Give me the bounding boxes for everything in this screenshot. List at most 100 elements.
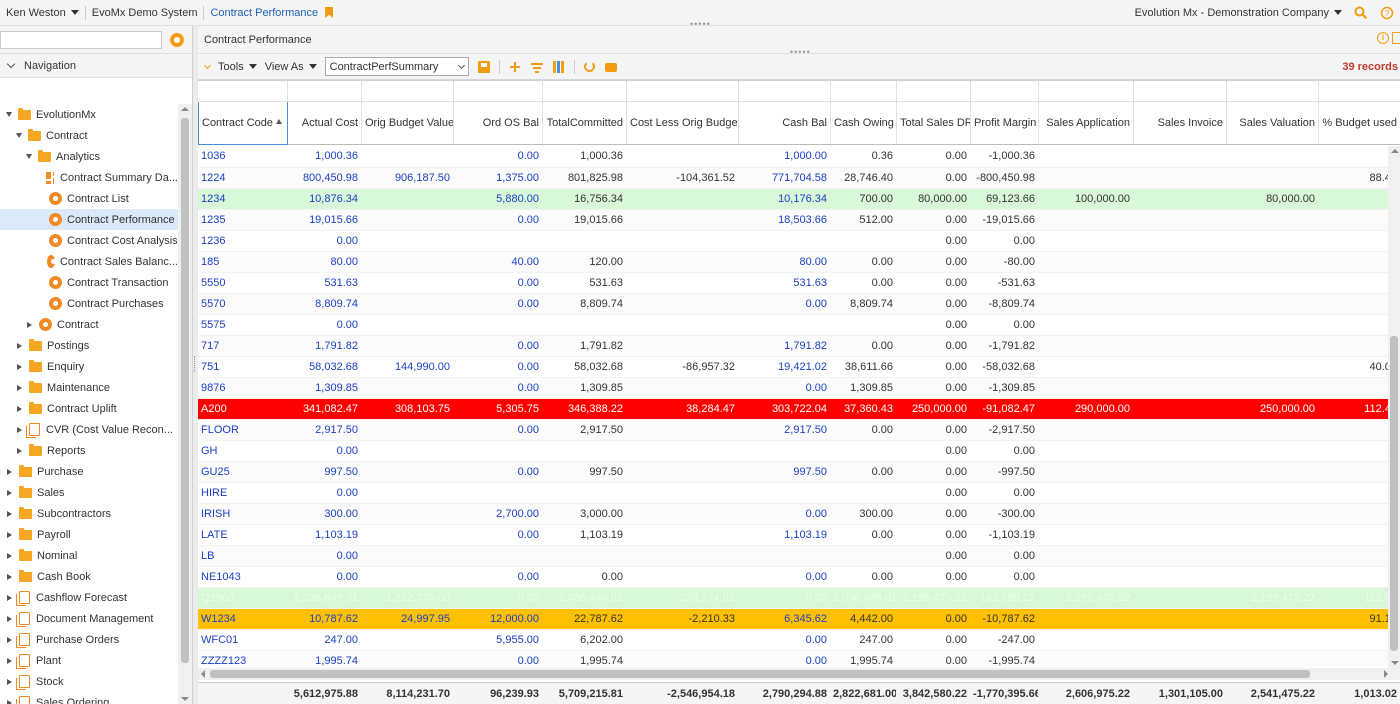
sort-ascending-icon[interactable] (275, 118, 282, 124)
contract-code-link[interactable]: 9876 (198, 377, 287, 399)
table-cell[interactable] (453, 482, 542, 504)
table-cell[interactable]: 1,000.00 (738, 146, 830, 168)
column-filter[interactable] (970, 81, 1039, 102)
caret-right-icon[interactable] (7, 552, 12, 559)
expand-icon[interactable] (1392, 32, 1400, 44)
table-cell[interactable]: 1,812,375.00 (361, 587, 453, 609)
table-cell[interactable]: 0.00 (287, 230, 361, 252)
column-header[interactable]: Sales Valuation (1226, 101, 1319, 145)
caret-right-icon[interactable] (7, 615, 12, 622)
table-cell[interactable] (453, 230, 542, 252)
table-cell[interactable]: 300.00 (287, 503, 361, 525)
table-cell[interactable]: 0.00 (738, 650, 830, 666)
column-header[interactable]: Cash Owing (830, 101, 897, 145)
contract-code-link[interactable]: GH (198, 440, 287, 462)
table-cell[interactable]: 18,503.66 (738, 209, 830, 231)
table-cell[interactable]: 997.50 (287, 461, 361, 483)
table-cell[interactable]: 0.00 (453, 272, 542, 294)
view-select[interactable]: ContractPerfSummary (324, 57, 469, 76)
caret-right-icon[interactable] (7, 678, 12, 685)
nav-search-input[interactable] (0, 30, 162, 49)
table-row[interactable]: 751 58,032.68 144,990.00 0.00 58,032.68 -86,9… (198, 356, 1388, 378)
collapse-chevron-icon[interactable] (203, 61, 212, 69)
table-cell[interactable]: 0.00 (738, 377, 830, 399)
bookmark-icon[interactable] (325, 7, 334, 18)
tools-menu[interactable]: Tools (218, 61, 257, 73)
nav-item-subcontractors[interactable]: Subcontractors (0, 503, 178, 524)
table-cell[interactable]: 531.63 (287, 272, 361, 294)
gear-icon[interactable] (170, 32, 184, 47)
table-row[interactable]: 717 1,791.82 0.00 1,791.82 1,791.82 0.00 0.00-… (198, 335, 1388, 357)
nav-item-evolutionmx[interactable]: EvolutionMx (0, 104, 178, 125)
table-row[interactable]: NE1043 0.00 0.00 0.00 0.00 0.00 0.00 0.00 (198, 566, 1388, 588)
table-cell[interactable]: 144,990.00 (361, 356, 453, 378)
table-cell[interactable] (361, 545, 453, 567)
table-cell[interactable] (361, 566, 453, 588)
nav-item-postings[interactable]: Postings (0, 335, 178, 356)
table-cell[interactable] (738, 482, 830, 504)
nav-item-purchase-orders[interactable]: Purchase Orders (0, 629, 178, 650)
table-cell[interactable]: 800,450.98 (287, 167, 361, 189)
resize-grip[interactable]: ••••• (790, 47, 811, 57)
table-cell[interactable]: 24,997.95 (361, 608, 453, 630)
table-row[interactable]: GH 0.00 0.00 0.00 (198, 440, 1388, 462)
table-row[interactable]: WFC01 247.00 5,955.00 6,202.00 0.00 247.00 0.0… (198, 629, 1388, 651)
caret-right-icon[interactable] (7, 699, 12, 704)
table-row[interactable]: FLOOR 2,917.50 0.00 2,917.50 2,917.50 0.00 0.0… (198, 419, 1388, 441)
table-cell[interactable]: 0.00 (287, 566, 361, 588)
column-filter[interactable] (1226, 81, 1319, 102)
table-cell[interactable]: 1,103.19 (738, 524, 830, 546)
table-row[interactable]: 185 80.00 40.00 120.00 80.00 0.00 0.00 -80.00 (198, 251, 1388, 273)
contract-code-link[interactable]: ZZZZ123 (198, 650, 287, 666)
contract-code-link[interactable]: Q2503 (198, 587, 287, 609)
column-header[interactable]: Cash Bal (738, 101, 831, 145)
caret-right-icon[interactable] (17, 342, 22, 349)
column-header[interactable]: % Budget used (1318, 101, 1400, 145)
table-row[interactable]: 5570 8,809.74 0.00 8,809.74 0.00 8,809.74 0.00… (198, 293, 1388, 315)
table-cell[interactable]: 0.00 (738, 566, 830, 588)
nav-item-contract-cost-analysis[interactable]: Contract Cost Analysis (0, 230, 178, 251)
table-cell[interactable]: 19,421.02 (738, 356, 830, 378)
table-cell[interactable] (361, 461, 453, 483)
caret-right-icon[interactable] (17, 363, 22, 370)
table-cell[interactable]: 1,375.00 (453, 167, 542, 189)
company-selector[interactable]: Evolution Mx - Demonstration Company (1129, 7, 1348, 19)
table-cell[interactable]: 5,955.00 (453, 629, 542, 651)
table-cell[interactable]: 0.00 (453, 524, 542, 546)
nav-item-stock[interactable]: Stock (0, 671, 178, 692)
table-cell[interactable] (453, 440, 542, 462)
table-cell[interactable]: 341,082.47 (287, 398, 361, 420)
table-row[interactable]: 1036 1,000.36 0.00 1,000.36 1,000.00 0.36 0.00… (198, 146, 1388, 168)
table-cell[interactable]: 1,995.74 (287, 650, 361, 666)
table-cell[interactable] (361, 251, 453, 273)
contract-code-link[interactable]: WFC01 (198, 629, 287, 651)
nav-item-sales-ordering[interactable]: Sales Ordering (0, 692, 178, 704)
table-cell[interactable]: 0.00 (738, 293, 830, 315)
table-cell[interactable]: 1,791.82 (287, 335, 361, 357)
table-cell[interactable] (361, 335, 453, 357)
column-header[interactable]: Cost Less Orig Budget (626, 101, 739, 145)
table-cell[interactable] (361, 188, 453, 210)
caret-right-icon[interactable] (17, 405, 22, 412)
table-row[interactable]: 1236 0.00 0.00 0.00 (198, 230, 1388, 252)
table-cell[interactable]: 0.00 (287, 314, 361, 336)
column-filter[interactable] (453, 81, 543, 102)
nav-item-plant[interactable]: Plant (0, 650, 178, 671)
table-cell[interactable]: 19,015.66 (287, 209, 361, 231)
column-header[interactable]: Actual Cost (287, 101, 362, 145)
table-cell[interactable]: 5,880.00 (453, 188, 542, 210)
table-cell[interactable]: 0.00 (453, 419, 542, 441)
scroll-thumb[interactable] (210, 670, 1310, 678)
table-cell[interactable] (361, 419, 453, 441)
caret-down-icon[interactable] (6, 112, 12, 117)
contract-code-link[interactable]: 1224 (198, 167, 287, 189)
print-icon[interactable] (604, 63, 617, 72)
caret-right-icon[interactable] (17, 384, 22, 391)
table-cell[interactable] (361, 503, 453, 525)
table-cell[interactable] (361, 272, 453, 294)
column-header[interactable]: Profit Margin (970, 101, 1039, 145)
table-cell[interactable] (453, 545, 542, 567)
table-cell[interactable]: 8,809.74 (287, 293, 361, 315)
nav-item-purchase[interactable]: Purchase (0, 461, 178, 482)
column-filter[interactable] (896, 81, 971, 102)
